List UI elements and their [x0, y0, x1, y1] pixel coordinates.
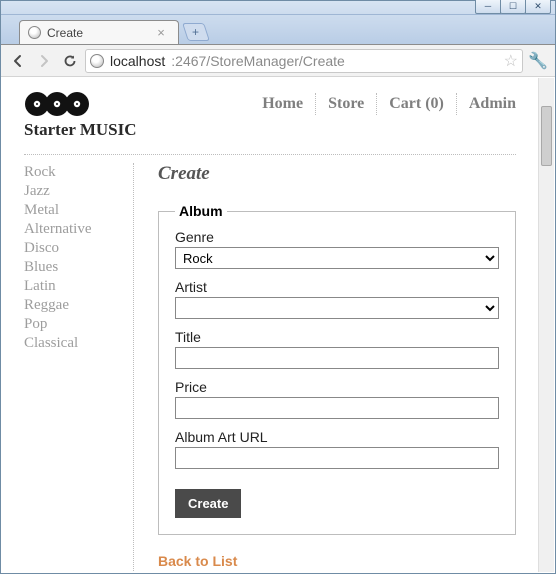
sidebar-item[interactable]: Metal — [24, 201, 121, 220]
address-bar[interactable]: localhost :2467/StoreManager/Create ☆ — [85, 49, 523, 73]
sidebar-item[interactable]: Blues — [24, 258, 121, 277]
tab-close-button[interactable]: × — [154, 26, 168, 40]
scrollbar-thumb[interactable] — [541, 106, 552, 166]
divider — [24, 154, 516, 155]
art-url-label: Album Art URL — [175, 429, 499, 445]
site-logo[interactable] — [24, 90, 90, 118]
art-url-input[interactable] — [175, 447, 499, 469]
sidebar-item[interactable]: Latin — [24, 277, 121, 296]
back-button[interactable] — [7, 50, 29, 72]
back-to-list-link[interactable]: Back to List — [158, 553, 237, 569]
genre-sidebar: Rock Jazz Metal Alternative Disco Blues … — [24, 163, 134, 571]
title-input[interactable] — [175, 347, 499, 369]
page-viewport: Home Store Cart (0) Admin Starter MUSIC … — [2, 78, 554, 572]
genre-label: Genre — [175, 229, 499, 245]
browser-toolbar: localhost :2467/StoreManager/Create ☆ 🔧 — [1, 45, 555, 77]
sidebar-item[interactable]: Jazz — [24, 182, 121, 201]
window-minimize-button[interactable]: ─ — [475, 0, 501, 14]
vinyl-records-icon — [24, 90, 90, 118]
sidebar-item[interactable]: Alternative — [24, 220, 121, 239]
site-brand: Starter MUSIC — [24, 120, 516, 140]
url-path: :2467/StoreManager/Create — [171, 53, 345, 69]
top-nav: Home Store Cart (0) Admin — [250, 93, 516, 115]
reload-button[interactable] — [59, 50, 81, 72]
nav-store[interactable]: Store — [316, 93, 377, 115]
fieldset-legend: Album — [175, 203, 227, 219]
browser-tabstrip: Create × + — [1, 15, 555, 45]
nav-cart[interactable]: Cart (0) — [377, 93, 457, 115]
genre-select[interactable]: Rock — [175, 247, 499, 269]
url-host: localhost — [110, 53, 165, 69]
window-close-button[interactable]: ✕ — [525, 0, 551, 14]
new-tab-button[interactable]: + — [182, 23, 210, 41]
album-fieldset: Album Genre Rock Artist T — [158, 203, 516, 535]
nav-home[interactable]: Home — [250, 93, 316, 115]
window-titlebar: ─ ☐ ✕ — [1, 1, 555, 15]
vertical-scrollbar[interactable] — [538, 78, 554, 572]
globe-icon — [28, 26, 41, 39]
globe-icon — [90, 54, 104, 68]
browser-tab[interactable]: Create × — [19, 20, 179, 44]
price-label: Price — [175, 379, 499, 395]
forward-button[interactable] — [33, 50, 55, 72]
sidebar-item[interactable]: Disco — [24, 239, 121, 258]
price-input[interactable] — [175, 397, 499, 419]
artist-label: Artist — [175, 279, 499, 295]
sidebar-item[interactable]: Reggae — [24, 296, 121, 315]
create-button[interactable]: Create — [175, 489, 241, 518]
sidebar-item[interactable]: Rock — [24, 163, 121, 182]
sidebar-item[interactable]: Classical — [24, 334, 121, 353]
settings-wrench-icon[interactable]: 🔧 — [527, 51, 549, 71]
page-title: Create — [158, 163, 516, 185]
window-maximize-button[interactable]: ☐ — [500, 0, 526, 14]
nav-admin[interactable]: Admin — [457, 93, 516, 115]
sidebar-item[interactable]: Pop — [24, 315, 121, 334]
title-label: Title — [175, 329, 499, 345]
bookmark-star-icon[interactable]: ☆ — [504, 51, 518, 71]
tab-title: Create — [47, 26, 83, 40]
artist-select[interactable] — [175, 297, 499, 319]
